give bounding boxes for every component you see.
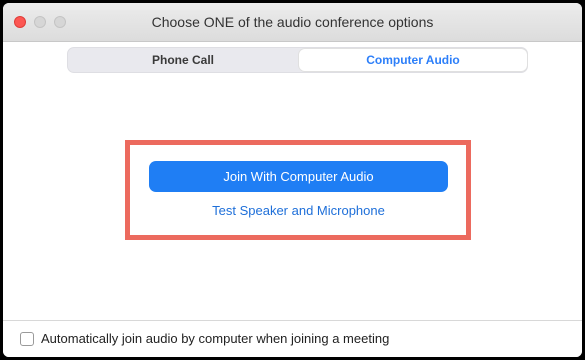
tab-computer-audio[interactable]: Computer Audio: [299, 49, 527, 71]
footer: Automatically join audio by computer whe…: [3, 321, 582, 357]
auto-join-label[interactable]: Automatically join audio by computer whe…: [41, 331, 389, 346]
audio-options-window: Choose ONE of the audio conference optio…: [3, 3, 582, 357]
tab-phone-call[interactable]: Phone Call: [69, 49, 297, 71]
audio-tab-bar: Phone Call Computer Audio: [67, 47, 528, 73]
join-computer-audio-button[interactable]: Join With Computer Audio: [149, 161, 448, 192]
window-title: Choose ONE of the audio conference optio…: [151, 14, 434, 30]
auto-join-checkbox[interactable]: [20, 332, 34, 346]
title-bar: Choose ONE of the audio conference optio…: [3, 3, 582, 42]
test-speaker-microphone-link[interactable]: Test Speaker and Microphone: [149, 203, 448, 218]
